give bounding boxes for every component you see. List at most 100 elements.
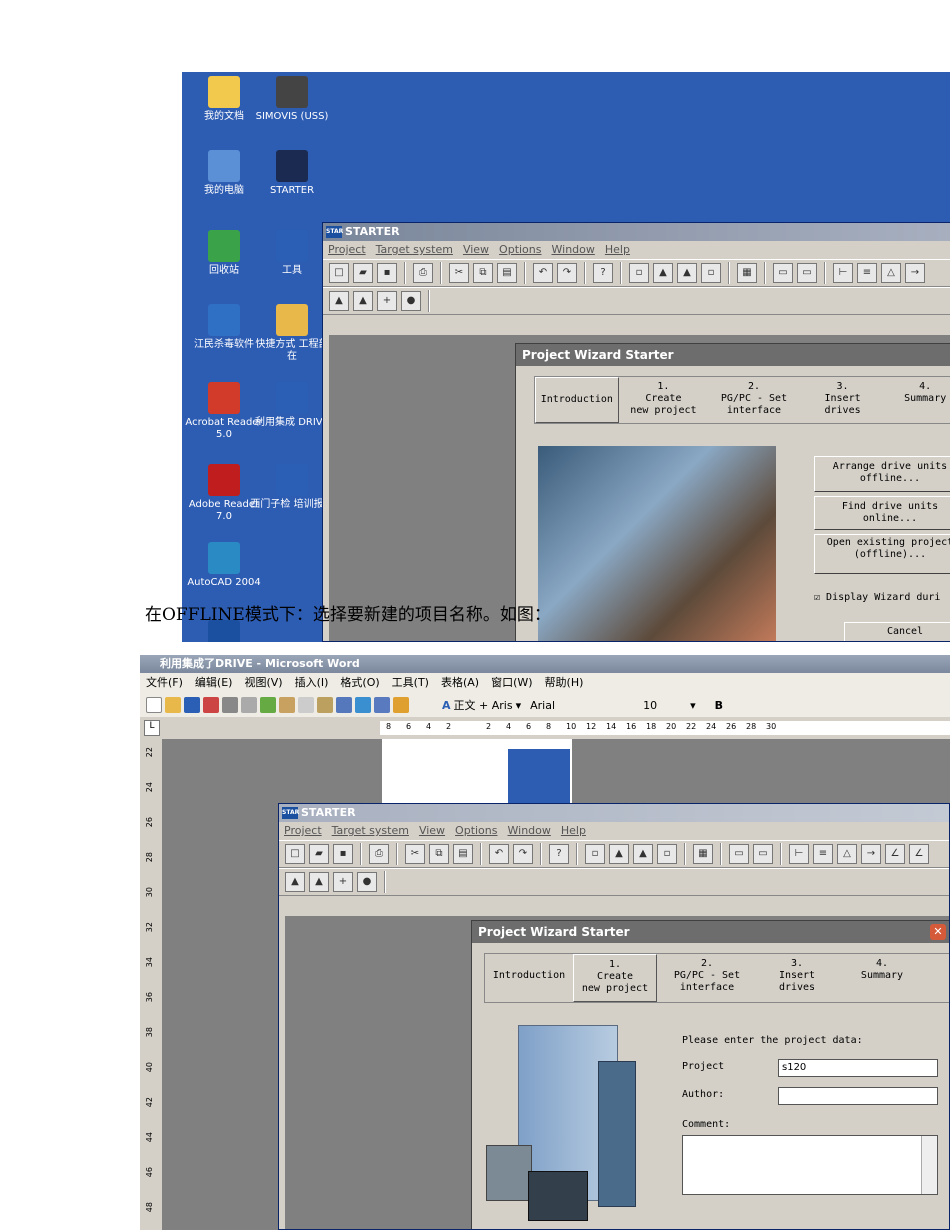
paste-icon[interactable]: ▤	[453, 844, 473, 864]
undo-icon[interactable]: ↶	[489, 844, 509, 864]
tab-summary[interactable]: 4. Summary	[837, 954, 927, 1002]
tab-introduction[interactable]: Introduction	[535, 377, 619, 423]
upload-icon[interactable]: ▲	[285, 872, 305, 892]
tool-icon[interactable]: →	[861, 844, 881, 864]
menu-options[interactable]: Options	[455, 824, 497, 837]
paste-icon[interactable]	[317, 697, 333, 713]
menu-window[interactable]: Window	[508, 824, 551, 837]
print-icon[interactable]: ⎙	[413, 263, 433, 283]
tool-icon[interactable]: ▭	[729, 844, 749, 864]
tool-icon[interactable]: ≡	[813, 844, 833, 864]
copy-icon[interactable]: ⧉	[473, 263, 493, 283]
cancel-button[interactable]: Cancel	[844, 622, 950, 641]
menu-view[interactable]: View	[463, 243, 489, 256]
close-icon[interactable]: ✕	[930, 924, 946, 940]
menu-project[interactable]: Project	[328, 243, 366, 256]
menu-view[interactable]: View	[419, 824, 445, 837]
print-icon[interactable]: ⎙	[369, 844, 389, 864]
research-icon[interactable]	[279, 697, 295, 713]
tab-create-project[interactable]: 1. Create new project	[619, 377, 709, 423]
menu-window[interactable]: Window	[552, 243, 595, 256]
download-icon[interactable]: ▲	[309, 872, 329, 892]
new-icon[interactable]: □	[329, 263, 349, 283]
menu-help[interactable]: Help	[605, 243, 630, 256]
open-icon[interactable]	[165, 697, 181, 713]
tool-icon[interactable]: ▫	[701, 263, 721, 283]
hyperlink-icon[interactable]	[355, 697, 371, 713]
desktop-icon[interactable]: SIMOVIS (USS)	[250, 76, 334, 123]
word-menu-item[interactable]: 视图(V)	[244, 676, 282, 689]
tool-icon[interactable]: ▲	[633, 844, 653, 864]
display-wizard-checkbox[interactable]: ☑ Display Wizard duri	[814, 592, 950, 603]
menu-target-system[interactable]: Target system	[332, 824, 409, 837]
font-size-dropdown[interactable]: 10	[643, 699, 687, 712]
open-icon[interactable]: ▰	[309, 844, 329, 864]
tool-icon[interactable]: ▭	[773, 263, 793, 283]
tab-insert-drives[interactable]: 3. Insert drives	[757, 954, 837, 1002]
open-icon[interactable]: ▰	[353, 263, 373, 283]
comment-scrollbar[interactable]	[921, 1136, 937, 1194]
word-menu-item[interactable]: 窗口(W)	[491, 676, 532, 689]
help-icon[interactable]: ?	[549, 844, 569, 864]
copy-icon[interactable]: ⧉	[429, 844, 449, 864]
tool-icon[interactable]: →	[905, 263, 925, 283]
print-icon[interactable]	[222, 697, 238, 713]
tab-introduction[interactable]: Introduction	[485, 954, 573, 1002]
project-input[interactable]: s120	[778, 1059, 938, 1077]
style-dropdown[interactable]: 正文 + Aris	[454, 697, 513, 713]
cut-icon[interactable]: ✂	[449, 263, 469, 283]
tool-icon[interactable]: △	[881, 263, 901, 283]
tool-icon[interactable]: ▲	[653, 263, 673, 283]
tool-icon[interactable]: ▲	[609, 844, 629, 864]
cut-icon[interactable]: ✂	[405, 844, 425, 864]
menu-help[interactable]: Help	[561, 824, 586, 837]
open-existing-button[interactable]: Open existing project (offline)...	[814, 534, 950, 574]
tool-icon[interactable]: ∠	[885, 844, 905, 864]
comment-textarea[interactable]	[682, 1135, 938, 1195]
word-menu-item[interactable]: 编辑(E)	[195, 676, 233, 689]
word-menu-item[interactable]: 格式(O)	[340, 676, 379, 689]
word-menu-item[interactable]: 文件(F)	[146, 676, 183, 689]
word-menu-item[interactable]: 插入(I)	[295, 676, 329, 689]
redo-icon[interactable]: ↷	[513, 844, 533, 864]
tool-icon[interactable]: ≡	[857, 263, 877, 283]
tab-summary[interactable]: 4. Summary	[885, 377, 950, 423]
tool-icon[interactable]: ∠	[909, 844, 929, 864]
drawing-icon[interactable]	[393, 697, 409, 713]
save-icon[interactable]	[184, 697, 200, 713]
redo-icon[interactable]: ↷	[557, 263, 577, 283]
spelling-icon[interactable]	[260, 697, 276, 713]
find-online-button[interactable]: Find drive units online...	[814, 496, 950, 530]
tab-create-project[interactable]: 1. Create new project	[573, 954, 657, 1002]
font-dropdown[interactable]: Arial	[530, 699, 630, 712]
online-icon[interactable]: ●	[357, 872, 377, 892]
tool-icon[interactable]: ▫	[629, 263, 649, 283]
tool-icon[interactable]: ⊢	[789, 844, 809, 864]
new-icon[interactable]: □	[285, 844, 305, 864]
permission-icon[interactable]	[203, 697, 219, 713]
upload-icon[interactable]: ▲	[329, 291, 349, 311]
tool-icon[interactable]: ▫	[657, 844, 677, 864]
paste-icon[interactable]: ▤	[497, 263, 517, 283]
menu-options[interactable]: Options	[499, 243, 541, 256]
preview-icon[interactable]	[241, 697, 257, 713]
tool-icon[interactable]: ▲	[677, 263, 697, 283]
tab-insert-drives[interactable]: 3. Insert drives	[800, 377, 886, 423]
menu-target-system[interactable]: Target system	[376, 243, 453, 256]
tab-pgpc-interface[interactable]: 2. PG/PC - Set interface	[657, 954, 757, 1002]
desktop-icon[interactable]: AutoCAD 2004	[182, 542, 266, 589]
connect-icon[interactable]: +	[377, 291, 397, 311]
copy-icon[interactable]	[298, 697, 314, 713]
new-doc-icon[interactable]	[146, 697, 162, 713]
undo-icon[interactable]	[336, 697, 352, 713]
tool-icon[interactable]: ⊢	[833, 263, 853, 283]
save-icon[interactable]: ▪	[333, 844, 353, 864]
tool-icon[interactable]: ▦	[737, 263, 757, 283]
online-icon[interactable]: ●	[401, 291, 421, 311]
download-icon[interactable]: ▲	[353, 291, 373, 311]
tool-icon[interactable]: ▫	[585, 844, 605, 864]
connect-icon[interactable]: +	[333, 872, 353, 892]
tool-icon[interactable]: ▭	[797, 263, 817, 283]
word-menu-item[interactable]: 工具(T)	[392, 676, 429, 689]
tool-icon[interactable]: ▦	[693, 844, 713, 864]
